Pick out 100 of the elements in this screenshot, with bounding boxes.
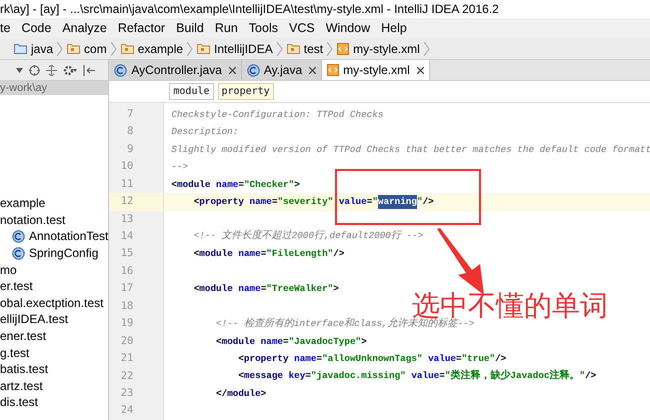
project-root-row[interactable]: y-work\ay [0, 81, 108, 95]
tree-item[interactable]: artz.test [0, 376, 43, 395]
xml-attribute-name: name [293, 352, 316, 366]
xml-attribute-name: name [237, 247, 261, 262]
xml-file-icon [337, 42, 350, 54]
tree-item[interactable]: obal.exectption.test [0, 294, 104, 312]
tree-item[interactable]: ener.test [0, 327, 46, 346]
tree-item[interactable]: er.test [0, 277, 33, 296]
editor-tab[interactable]: my-style.xml [322, 60, 430, 80]
xml-tag-name: module [222, 334, 256, 348]
editor-tab[interactable]: Ay.java [242, 60, 322, 80]
code-punctuation: = [260, 247, 266, 262]
tree-item[interactable]: notation.test [0, 210, 66, 229]
tree-item[interactable]: example [0, 194, 46, 212]
code-punctuation: < [192, 195, 200, 209]
menu-item[interactable]: Code [21, 18, 52, 38]
tree-item[interactable]: AnnotationTest [29, 227, 108, 246]
tree-item[interactable]: SpringConfig [29, 244, 98, 262]
line-number: 23 [120, 386, 134, 401]
code-comment: --> [171, 160, 188, 174]
menu-item[interactable]: te [0, 18, 10, 38]
tree-item[interactable]: dis.test [0, 393, 38, 412]
chevron-icon [57, 42, 64, 56]
code-punctuation: = [316, 352, 322, 366]
code-punctuation: = [305, 369, 311, 384]
package-folder-icon [67, 43, 80, 54]
class-icon [12, 246, 25, 260]
menu-item[interactable]: Window [326, 18, 370, 38]
xml-attribute-value: "类注释，缺少Javadoc注释。" [444, 368, 586, 384]
breadcrumb-item[interactable]: com [84, 40, 107, 58]
line-number: 15 [120, 246, 134, 262]
tree-item[interactable]: batis.test [0, 360, 48, 378]
xml-file-icon [327, 64, 340, 76]
package-folder-icon [286, 43, 300, 54]
code-punctuation: < [215, 334, 222, 348]
menu-item[interactable]: Refactor [118, 18, 166, 38]
tree-item[interactable]: mo [0, 260, 17, 279]
menu-item[interactable]: Run [214, 18, 238, 38]
code-punctuation: = [260, 282, 266, 296]
line-number: 19 [120, 316, 134, 332]
chevron-icon [110, 42, 117, 56]
tree-item[interactable]: g.test [0, 344, 30, 362]
xml-attribute-value: " [416, 195, 423, 209]
editor-tab[interactable]: AyController.java [109, 60, 242, 80]
close-icon[interactable] [228, 66, 236, 74]
line-number: 13 [120, 212, 134, 227]
menu-item[interactable]: Help [381, 18, 407, 38]
code-punctuation: < [237, 369, 244, 384]
xml-attribute-name: value [427, 352, 456, 366]
code-punctuation: /> [422, 195, 434, 209]
code-punctuation: </ [215, 386, 228, 401]
xml-breadcrumb[interactable]: module [169, 83, 214, 100]
xml-attribute-value: "JavadocType" [288, 334, 362, 348]
breadcrumb-item[interactable]: my-style.xml [353, 40, 420, 58]
xml-attribute-value: "severity" [277, 195, 334, 209]
code-punctuation: = [283, 334, 289, 348]
xml-attribute-value: "Checker" [244, 178, 294, 192]
chevron-icon [327, 42, 334, 56]
line-number: 10 [120, 159, 134, 174]
target-icon[interactable] [29, 64, 40, 76]
line-number: 22 [120, 368, 134, 384]
breadcrumb-item[interactable]: example [138, 40, 184, 58]
xml-attribute-value: "TreeWalker" [266, 282, 334, 296]
xml-attribute-name: name [260, 334, 283, 348]
breadcrumb-item[interactable]: java [31, 40, 54, 58]
breadcrumb-item[interactable]: test [304, 40, 324, 58]
xml-attribute-value: "FileLength" [266, 247, 334, 262]
xml-tag-name: module [199, 247, 233, 262]
expand-icon[interactable] [46, 64, 57, 76]
code-punctuation: = [366, 195, 372, 209]
xml-breadcrumb[interactable]: property [218, 83, 274, 100]
class-icon [114, 64, 128, 76]
dropdown-icon[interactable] [16, 68, 23, 72]
code-punctuation: < [171, 178, 177, 192]
line-number: 9 [127, 142, 134, 157]
xml-tag-name: module [227, 386, 261, 401]
code-punctuation: > [361, 334, 367, 348]
tree-item[interactable]: ellijIDEA.test [0, 310, 68, 328]
xml-tag-name: property [199, 195, 244, 209]
close-icon[interactable] [309, 66, 316, 74]
code-punctuation: < [192, 247, 200, 262]
code-punctuation: = [439, 369, 445, 384]
close-icon[interactable] [416, 66, 424, 74]
code-punctuation: /> [585, 369, 596, 384]
line-number: 14 [120, 229, 134, 244]
collapse-icon[interactable] [83, 64, 95, 76]
line-number: 24 [120, 403, 134, 418]
breadcrumb-item[interactable]: IntellijIDEA [214, 40, 273, 58]
menu-item[interactable]: Analyze [62, 18, 107, 38]
menu-item[interactable]: Build [176, 18, 204, 38]
code-punctuation: = [272, 195, 278, 209]
chevron-icon [187, 42, 194, 56]
xml-attribute-name: key [288, 369, 306, 384]
xml-tag-name: message [244, 369, 283, 384]
gear-icon[interactable] [63, 64, 77, 76]
menu-item[interactable]: Tools [248, 18, 278, 38]
code-punctuation: > [260, 386, 266, 401]
menu-item[interactable]: VCS [288, 18, 315, 38]
selected-text: warning [378, 195, 417, 209]
line-number: 11 [120, 176, 134, 192]
